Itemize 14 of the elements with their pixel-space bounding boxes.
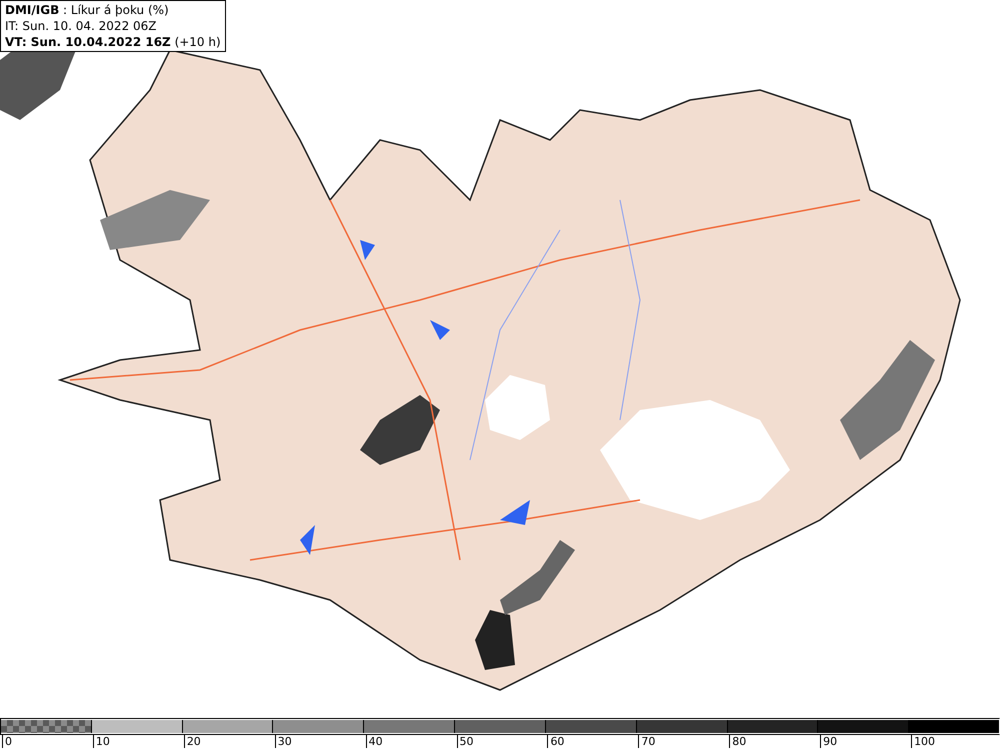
legend-tick-label: 20 <box>184 735 201 748</box>
legend-tick-label: 70 <box>638 735 656 748</box>
legend-tick-label: 0 <box>2 735 12 748</box>
legend-tick-label: 50 <box>456 735 474 748</box>
legend-tick-label: 30 <box>274 735 292 748</box>
legend-tick-label: 40 <box>366 735 383 748</box>
product-title: DMI/IGB : Líkur á þoku (%) <box>5 2 170 18</box>
valid-time: VT: Sun. 10.04.2022 16Z (+10 h) <box>5 34 221 50</box>
legend-tick-label: 100 <box>911 735 936 748</box>
legend-tick-label: 10 <box>92 735 110 748</box>
legend-tick-label: 80 <box>729 735 746 748</box>
issue-time: IT: Sun. 10. 04. 2022 06Z <box>5 18 158 34</box>
legend-tick-label: 60 <box>547 735 564 748</box>
legend-tick-label: 90 <box>820 735 838 748</box>
